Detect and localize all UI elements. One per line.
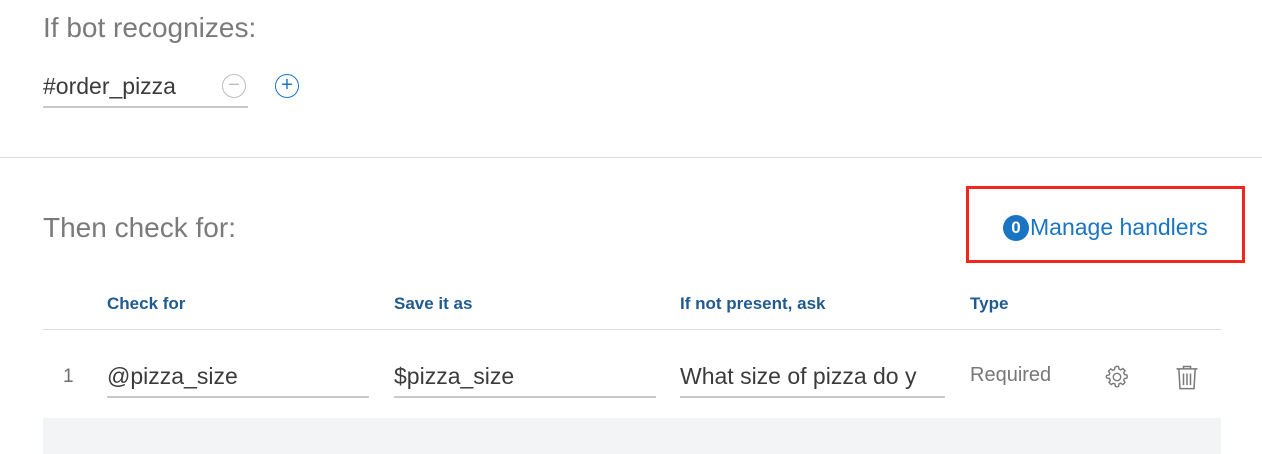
- column-header-save-as: Save it as: [394, 294, 473, 313]
- slot-settings-button[interactable]: [1102, 362, 1132, 392]
- column-header-ask: If not present, ask: [680, 294, 826, 313]
- manage-handlers-label: Manage handlers: [1030, 214, 1208, 240]
- table-header-divider: [43, 329, 1221, 330]
- slot-type-toggle[interactable]: Required: [970, 364, 1051, 387]
- section-divider: [0, 157, 1262, 158]
- check-for-input[interactable]: @pizza_size: [107, 356, 369, 398]
- plus-icon: +: [281, 74, 293, 96]
- minus-icon: −: [228, 74, 240, 96]
- intent-condition-field[interactable]: #order_pizza: [43, 68, 248, 108]
- add-condition-button[interactable]: +: [275, 74, 299, 98]
- gear-icon: [1105, 365, 1128, 388]
- manage-handlers-link[interactable]: 0 Manage handlers: [1003, 214, 1208, 241]
- save-as-input[interactable]: $pizza_size: [394, 356, 656, 398]
- remove-condition-button[interactable]: −: [222, 74, 246, 98]
- trash-icon: [1176, 365, 1198, 390]
- column-header-type: Type: [970, 294, 1009, 313]
- row-index: 1: [63, 366, 74, 387]
- condition-heading: If bot recognizes:: [43, 12, 257, 43]
- table-row-partial: [43, 418, 1221, 454]
- slots-heading: Then check for:: [43, 212, 236, 243]
- column-header-check-for: Check for: [107, 294, 186, 313]
- prompt-input[interactable]: What size of pizza do y: [680, 356, 945, 398]
- dialog-node-editor: If bot recognizes: #order_pizza − + Then…: [0, 0, 1262, 454]
- delete-slot-button[interactable]: [1172, 362, 1202, 392]
- handler-count-badge: 0: [1003, 214, 1029, 241]
